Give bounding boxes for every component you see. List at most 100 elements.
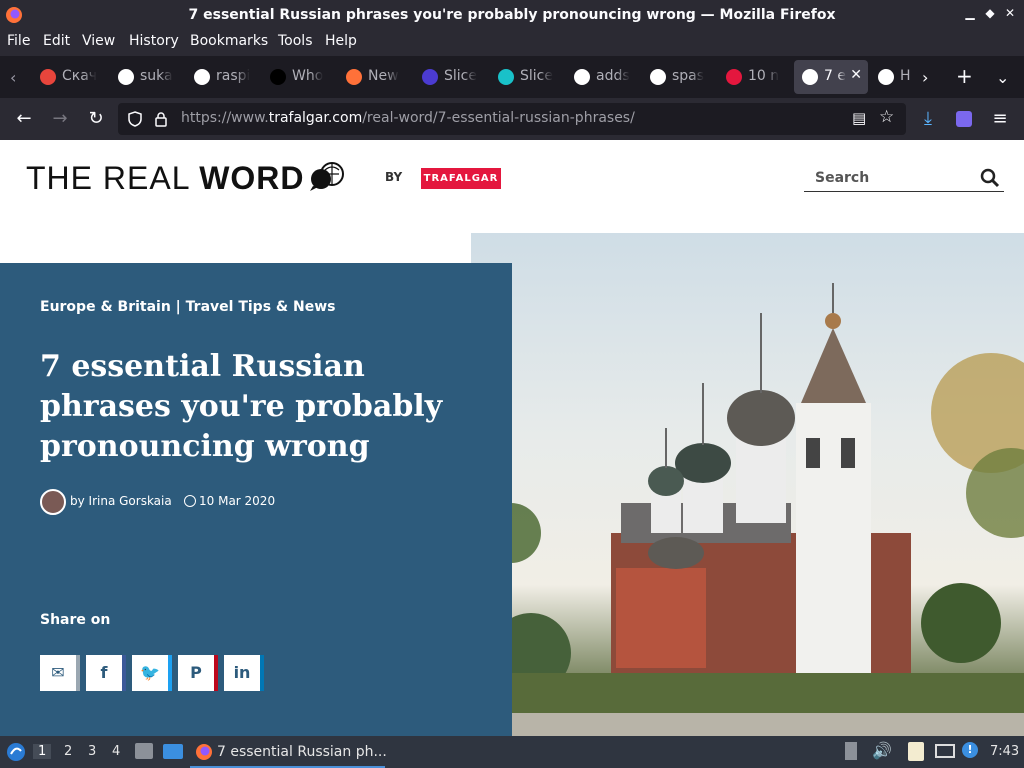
facebook-share-button[interactable]: f [86,655,126,691]
tab-8[interactable]: adds [566,60,640,94]
trafalgar-logo[interactable]: TRAFALGAR [421,168,501,189]
app-menu-icon[interactable]: ≡ [988,107,1012,131]
email-share-button[interactable]: ✉ [40,655,80,691]
workspace-4[interactable]: 4 [112,744,120,759]
file-manager-icon[interactable] [135,743,153,759]
url-prefix: https://www. [181,110,269,126]
system-clock[interactable]: 7:43 [990,744,1019,759]
tab-label: 10 n [748,68,780,84]
by-label: BY [385,170,403,184]
tab-favicon-icon [498,69,514,85]
new-tab-icon[interactable]: + [956,64,973,88]
article-header-panel: Europe & Britain | Travel Tips & News 7 … [0,263,512,736]
menu-edit[interactable]: Edit [43,33,70,49]
maximize-icon[interactable]: ◆ [982,6,998,20]
tab-label: spas [672,68,705,84]
menu-view[interactable]: View [82,33,115,49]
logo-light-text: THE REAL [26,160,200,196]
forward-icon[interactable]: → [48,107,72,131]
task-title: 7 essential Russian ph... [217,744,387,760]
url-domain: trafalgar.com [268,110,363,126]
close-tab-icon[interactable]: ✕ [850,67,862,83]
tray-item-icon[interactable] [845,742,857,760]
tab-label: He [900,68,910,84]
publish-date: 10 Mar 2020 [199,494,276,508]
tab-favicon-icon [118,69,134,85]
clipboard-icon[interactable] [908,742,924,761]
network-icon[interactable] [935,744,955,758]
tab-11[interactable]: 7 e ✕ [794,60,868,94]
list-tabs-icon[interactable]: ⌄ [996,68,1009,87]
minimize-icon[interactable]: ▁ [962,6,978,20]
tab-scroll-right-icon[interactable]: › [922,68,928,87]
menu-tools[interactable]: Tools [278,33,313,49]
category-links[interactable]: Europe & Britain | Travel Tips & News [40,299,335,315]
site-logo[interactable]: THE REAL WORD [26,160,305,197]
tab-favicon-icon [270,69,286,85]
extension-icon[interactable] [952,107,976,131]
tab-favicon-icon [40,69,56,85]
tab-2[interactable]: suka [110,60,184,94]
notification-icon[interactable]: ! [962,742,978,758]
downloads-icon[interactable]: ⤓ [916,107,940,131]
tab-favicon-icon [650,69,666,85]
taskbar: 1 2 3 4 7 essential Russian ph... 🔊 ! 7:… [0,736,1024,768]
share-label: Share on [40,612,111,628]
tab-1[interactable]: Скач [32,60,106,94]
menu-file[interactable]: File [7,33,30,49]
tab-10[interactable]: 10 n [718,60,792,94]
tab-favicon-icon [194,69,210,85]
search-field[interactable]: Search [804,168,1004,192]
search-icon[interactable] [980,168,1000,188]
tab-4[interactable]: Who [262,60,336,94]
tab-favicon-icon [346,69,362,85]
start-menu-icon[interactable] [6,742,26,762]
pinterest-share-button[interactable]: P [178,655,218,691]
linkedin-share-button[interactable]: in [224,655,264,691]
pinterest-icon: P [190,663,202,682]
shield-icon[interactable] [128,111,142,127]
volume-icon[interactable]: 🔊 [872,741,892,760]
web-page: THE REAL WORD BY TRAFALGAR Search Europe… [0,140,1024,736]
tab-6[interactable]: Slice [414,60,488,94]
tab-9[interactable]: spas [642,60,716,94]
title-bar: 7 essential Russian phrases you're proba… [0,0,1024,30]
menu-bookmarks[interactable]: Bookmarks [190,33,268,49]
twitter-icon: 🐦 [140,663,160,682]
workspace-3[interactable]: 3 [88,744,96,759]
reader-view-icon[interactable]: ▤ [852,109,866,127]
share-button-edge [168,655,172,691]
tab-label: 7 e [824,68,846,84]
tab-3[interactable]: raspi [186,60,260,94]
menu-help[interactable]: Help [325,33,357,49]
reload-icon[interactable]: ↻ [84,107,108,131]
nav-bar: ← → ↻ https://www.trafalgar.com/real-wor… [0,98,1024,140]
back-icon[interactable]: ← [12,107,36,131]
tab-7[interactable]: Slice [490,60,564,94]
tab-label: Скач [62,68,98,84]
tab-label: Slice [444,68,477,84]
menu-history[interactable]: History [129,33,179,49]
workspace-1[interactable]: 1 [33,744,52,759]
lock-icon[interactable] [155,111,167,127]
tab-label: New [368,68,399,84]
taskbar-firefox-window[interactable]: 7 essential Russian ph... [190,736,387,768]
twitter-share-button[interactable]: 🐦 [132,655,172,691]
bookmark-star-icon[interactable]: ☆ [879,107,894,127]
tab-scroll-left-icon[interactable]: ‹ [10,68,16,87]
url-text[interactable]: https://www.trafalgar.com/real-word/7-es… [181,110,635,126]
url-bar[interactable]: https://www.trafalgar.com/real-word/7-es… [118,103,906,135]
tab-favicon-icon [574,69,590,85]
close-window-icon[interactable]: ✕ [1002,6,1018,20]
share-button-edge [76,655,80,691]
share-button-edge [214,655,218,691]
tab-12[interactable]: He [870,60,910,94]
tab-label: adds [596,68,630,84]
tab-favicon-icon [802,69,818,85]
logo-bold-text: WORD [199,160,305,196]
show-desktop-icon[interactable] [163,744,183,759]
tab-5[interactable]: New [338,60,412,94]
workspace-2[interactable]: 2 [64,744,72,759]
clock-icon [184,495,196,507]
author-name[interactable]: by Irina Gorskaia [70,494,172,508]
